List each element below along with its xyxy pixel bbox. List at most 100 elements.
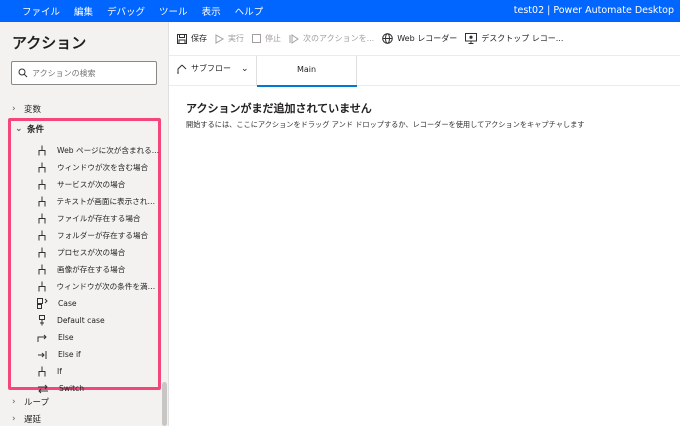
default-case-icon [37,315,52,326]
save-icon [177,33,187,44]
menu-bar: ファイル 編集 デバッグ ツール 表示 ヘルプ [22,4,277,18]
web-recorder-label: Web レコーダー [397,34,458,43]
next-action-label: 次のアクションを... [303,34,375,43]
action-search-box[interactable] [11,61,157,85]
conditional-actions-list: Web ページに次が含まれる... ウィンドウが次を含む場合 サービスが次の場合テキ… [37,142,159,397]
action-label: サービスが次の場合 [57,180,126,189]
menu-file[interactable]: ファイル [22,4,60,18]
action-label: Web ページに次が含まれる... [57,146,159,155]
action-item[interactable]: フォルダーが存在する場合 [37,227,159,244]
menu-view[interactable]: 表示 [202,4,221,18]
action-item[interactable]: 画像が存在する場合 [37,261,159,278]
case-icon [37,298,53,309]
menu-debug[interactable]: デバッグ [107,4,145,18]
action-label: ウィンドウが次の条件を満た... [56,282,159,291]
category-conditionals[interactable]: ⌄ 条件 [15,123,44,135]
globe-icon [382,33,394,44]
desktop-recorder-button[interactable]: デスクトップ レコー... [465,33,563,44]
chevron-down-icon: ⌄ [15,124,23,134]
action-label: ファイルが存在する場合 [57,214,141,223]
toolbar: 保存 実行 停止 次のアクションを... Web レコーダー デスクトップ レコ… [169,22,680,56]
web-recorder-button[interactable]: Web レコーダー [382,33,457,44]
branch-icon [37,179,52,190]
branch-icon [37,162,52,173]
title-bar: ファイル 編集 デバッグ ツール 表示 ヘルプ test02 | Power A… [0,0,680,22]
action-item[interactable]: Default case [37,312,159,329]
run-next-action-button[interactable]: 次のアクションを... [289,33,374,44]
action-item[interactable]: If [37,363,159,380]
action-item[interactable]: Web ページに次が含まれる... [37,142,159,159]
save-button[interactable]: 保存 [177,33,207,44]
run-label: 実行 [228,34,244,43]
action-item[interactable]: プロセスが次の場合 [37,244,159,261]
branch-icon [37,366,52,377]
action-label: テキストが画面に表示される... [56,197,159,206]
subflow-icon [177,64,187,74]
branch-icon [37,213,52,224]
category-label: 変数 [24,105,42,115]
action-label: Switch [59,384,85,393]
else-icon [37,333,53,343]
action-label: Case [58,299,77,308]
menu-tools[interactable]: ツール [159,4,188,18]
subflows-label: サブフロー [191,64,231,73]
panel-title: アクション [12,34,87,52]
subflows-dropdown[interactable]: サブフロー ⌄ [177,63,249,74]
run-button[interactable]: 実行 [215,33,244,44]
category-loops[interactable]: › ループ [12,396,49,408]
chevron-right-icon: › [12,397,16,407]
action-item[interactable]: ファイルが存在する場合 [37,210,159,227]
panel-scrollbar[interactable] [162,382,167,426]
action-label: If [57,367,62,376]
category-label: 条件 [27,125,45,135]
category-label: ループ [24,398,49,408]
branch-icon [37,196,52,207]
action-item[interactable]: テキストが画面に表示される... [37,193,159,210]
category-label: 遅延 [24,415,42,425]
search-icon [18,68,28,78]
empty-state-description: 開始するには、ここにアクションをドラッグ アンド ドロップするか、レコーダーを使… [186,120,585,129]
step-icon [289,33,299,44]
menu-help[interactable]: ヘルプ [235,4,264,18]
action-label: Else if [58,350,81,359]
play-icon [215,33,224,44]
action-item[interactable]: Else [37,329,159,346]
chevron-right-icon: › [12,104,16,114]
branch-icon [37,264,52,275]
action-item[interactable]: ウィンドウが次を含む場合 [37,159,159,176]
switch-icon [37,384,54,394]
action-item[interactable]: Else if [37,346,159,363]
action-label: 画像が存在する場合 [57,265,126,274]
action-label: プロセスが次の場合 [57,248,126,257]
action-item[interactable]: ウィンドウが次の条件を満た... [37,278,159,295]
stop-button[interactable]: 停止 [252,33,281,44]
actions-panel: アクション › 変数 ⌄ 条件 Web ページに次が含まれる... ウィンドウが次… [0,22,168,426]
save-label: 保存 [191,34,207,43]
chevron-down-icon: ⌄ [241,63,249,74]
action-item[interactable]: Case [37,295,159,312]
menu-edit[interactable]: 編集 [74,4,93,18]
window-title: test02 | Power Automate Desktop [513,5,674,16]
branch-icon [37,145,52,156]
else-if-icon [37,350,53,360]
category-variables[interactable]: › 変数 [12,103,41,115]
action-label: Else [58,333,74,342]
monitor-icon [465,33,478,44]
conditionals-highlight: ⌄ 条件 Web ページに次が含まれる... ウィンドウが次を含む場合 サービスが次… [8,118,161,393]
action-label: Default case [57,316,105,325]
action-label: ウィンドウが次を含む場合 [57,163,149,172]
category-wait[interactable]: › 遅延 [12,413,41,425]
action-item[interactable]: Switch [37,380,159,397]
branch-icon [37,230,52,241]
action-label: フォルダーが存在する場合 [57,231,149,240]
chevron-right-icon: › [12,414,16,424]
tab-main[interactable]: Main [257,56,357,87]
stop-icon [252,34,261,43]
stop-label: 停止 [265,34,281,43]
action-item[interactable]: サービスが次の場合 [37,176,159,193]
tab-bar: サブフロー ⌄ Main [169,56,680,87]
branch-icon [37,247,52,258]
empty-state-title: アクションがまだ追加されていません [186,102,372,115]
search-input[interactable] [32,68,142,78]
branch-icon [37,281,52,292]
